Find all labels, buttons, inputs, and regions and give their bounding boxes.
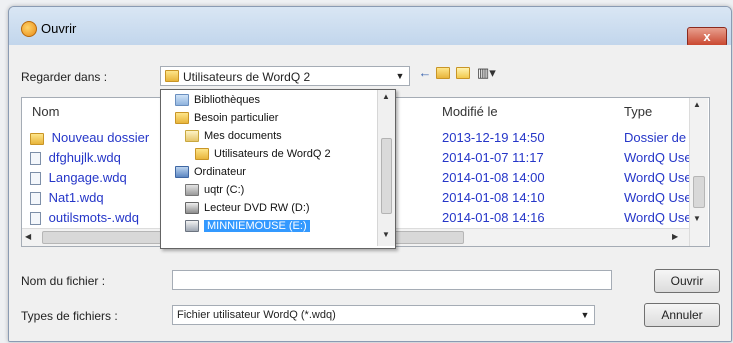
file-name: Nouveau dossier [51,130,150,145]
documents-icon [185,130,199,143]
look-in-dropdown[interactable]: Bibliothèques Besoin particulier Mes doc… [160,89,396,249]
filename-label: Nom du fichier : [21,274,106,288]
look-in-label: Regarder dans : [21,70,108,84]
dropdown-item[interactable]: MINNIEMOUSE (E:) [165,217,375,235]
file-type: WordQ User [624,190,696,205]
title-bar: Ouvrir x [9,7,731,47]
column-modified[interactable]: Modifié le [442,104,498,119]
file-modified: 2014-01-08 14:16 [442,210,545,225]
file-name: dfghujlk.wdq [48,150,121,165]
file-name: Langage.wdq [48,170,127,185]
dropdown-scrollbar[interactable]: ▲ ▼ [377,90,395,246]
dropdown-item[interactable]: Lecteur DVD RW (D:) [165,199,375,217]
look-in-combo[interactable]: Utilisateurs de WordQ 2 ▼ [160,66,410,86]
file-type: WordQ User [624,170,696,185]
file-row[interactable]: dfghujlk.wdq [30,150,121,166]
up-folder-icon[interactable] [435,65,451,81]
folder-icon [165,70,179,82]
file-row[interactable]: outilsmots-.wdq [30,210,139,226]
folder-icon [195,148,209,161]
open-button[interactable]: Ouvrir [654,269,720,293]
file-type: WordQ User [624,150,696,165]
dropdown-item[interactable]: Mes documents [165,127,375,145]
document-icon [30,212,41,226]
file-modified: 2013-12-19 14:50 [442,130,545,145]
dropdown-item[interactable]: Bibliothèques [165,91,375,109]
dropdown-item[interactable]: Ordinateur [165,163,375,181]
open-dialog: Ouvrir x Regarder dans : Utilisateurs de… [8,6,732,342]
document-icon [30,192,41,206]
dvd-drive-icon [185,202,199,215]
file-row[interactable]: Nouveau dossier [30,130,149,145]
dropdown-item-label: uqtr (C:) [204,184,245,196]
dropdown-item-label: Mes documents [204,130,282,142]
column-name[interactable]: Nom [32,104,59,119]
dropdown-item[interactable]: uqtr (C:) [165,181,375,199]
cancel-button[interactable]: Annuler [644,303,720,327]
new-folder-icon[interactable] [455,65,471,81]
close-button[interactable]: x [687,27,727,47]
dropdown-item-label: Besoin particulier [194,112,279,124]
dropdown-item-label: Bibliothèques [194,94,261,106]
dropdown-item[interactable]: Besoin particulier [165,109,375,127]
chevron-down-icon[interactable]: ▼ [393,69,407,83]
file-row[interactable]: Nat1.wdq [30,190,104,206]
drive-icon [185,184,199,197]
file-modified: 2014-01-08 14:10 [442,190,545,205]
scroll-down-icon[interactable]: ▼ [382,230,390,239]
chevron-down-icon[interactable]: ▼ [578,308,592,322]
back-arrow-icon[interactable]: ← [417,65,433,81]
file-modified: 2014-01-08 14:00 [442,170,545,185]
document-icon [30,172,41,186]
view-menu-icon[interactable]: ▥▾ [477,65,496,81]
scroll-up-icon[interactable]: ▲ [382,92,390,101]
scroll-down-icon[interactable]: ▼ [693,214,701,223]
file-type: Dossier de f [624,130,694,145]
file-row[interactable]: Langage.wdq [30,170,127,186]
file-name: outilsmots-.wdq [48,210,139,225]
scroll-right-icon[interactable]: ▶ [672,232,678,241]
look-in-value: Utilisateurs de WordQ 2 [183,70,311,84]
scroll-left-icon[interactable]: ◀ [25,232,31,241]
dropdown-item-label: Lecteur DVD RW (D:) [204,202,310,214]
filetype-value: Fichier utilisateur WordQ (*.wdq) [177,309,336,321]
dropdown-item-label: Utilisateurs de WordQ 2 [214,148,331,160]
scroll-up-icon[interactable]: ▲ [693,100,701,109]
filetype-label: Types de fichiers : [21,309,118,323]
file-modified: 2014-01-07 11:17 [442,150,544,165]
filename-input[interactable] [172,270,612,290]
libraries-icon [175,94,189,107]
dropdown-item-label-selected: MINNIEMOUSE (E:) [204,220,310,232]
computer-icon [175,166,189,179]
user-folder-icon [175,112,189,125]
dropdown-item-label: Ordinateur [194,166,246,178]
dropdown-item[interactable]: Utilisateurs de WordQ 2 [165,145,375,163]
dialog-body: Regarder dans : Utilisateurs de WordQ 2 … [9,45,731,341]
document-icon [30,152,41,166]
dialog-title: Ouvrir [41,21,77,36]
filetype-select[interactable]: Fichier utilisateur WordQ (*.wdq) ▼ [172,305,595,325]
column-type[interactable]: Type [624,104,652,119]
file-name: Nat1.wdq [48,190,104,205]
vertical-scrollbar[interactable]: ▲ ▼ [689,98,708,246]
app-icon [21,21,37,37]
scroll-thumb[interactable] [693,176,705,208]
folder-icon [30,132,44,145]
usb-drive-icon [185,220,199,233]
file-type: WordQ User [624,210,696,225]
dropdown-scroll-thumb[interactable] [381,138,392,214]
